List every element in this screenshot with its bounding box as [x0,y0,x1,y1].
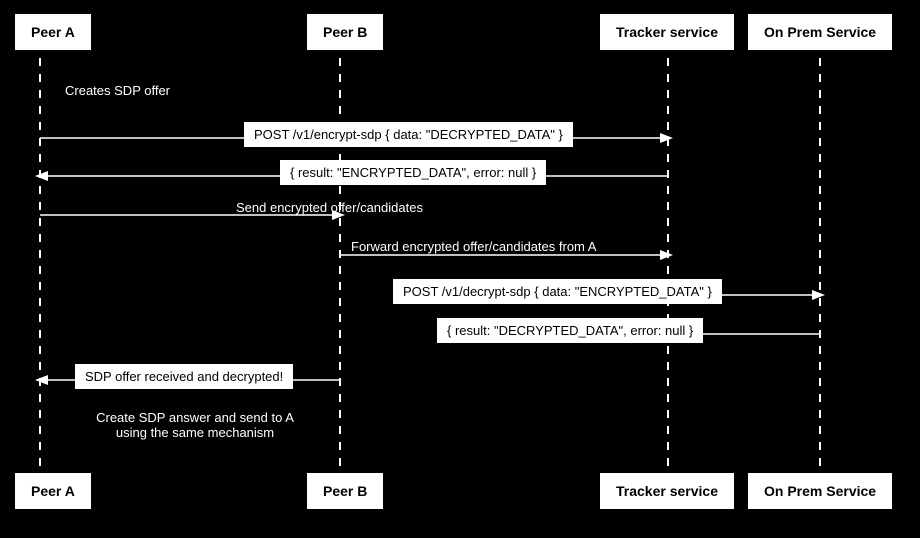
actor-peer-a-top: Peer A [15,14,91,50]
actor-tracker-top: Tracker service [600,14,734,50]
actor-tracker-bottom: Tracker service [600,473,734,509]
actor-peer-b-top: Peer B [307,14,383,50]
creates-sdp-note: Creates SDP offer [65,83,170,98]
result-decrypt-label: { result: "DECRYPTED_DATA", error: null … [437,318,703,343]
actor-peer-b-bottom: Peer B [307,473,383,509]
post-encrypt-label: POST /v1/encrypt-sdp { data: "DECRYPTED_… [244,122,573,147]
create-sdp-answer-note: Create SDP answer and send to Ausing the… [65,410,325,440]
actor-onprem-bottom: On Prem Service [748,473,892,509]
post-decrypt-label: POST /v1/decrypt-sdp { data: "ENCRYPTED_… [393,279,722,304]
actor-onprem-top: On Prem Service [748,14,892,50]
send-encrypted-note: Send encrypted offer/candidates [236,200,423,215]
sdp-offer-received-label: SDP offer received and decrypted! [75,364,293,389]
result-encrypt-label: { result: "ENCRYPTED_DATA", error: null … [280,160,546,185]
actor-peer-a-bottom: Peer A [15,473,91,509]
forward-encrypted-note: Forward encrypted offer/candidates from … [351,239,596,254]
